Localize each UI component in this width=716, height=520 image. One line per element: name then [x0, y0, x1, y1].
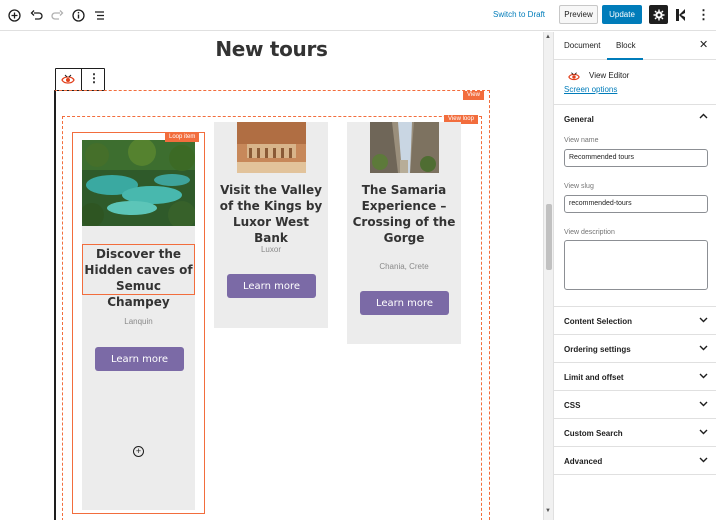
- switch-to-draft-link[interactable]: Switch to Draft: [493, 10, 545, 19]
- scroll-thumb[interactable]: [546, 204, 552, 270]
- panel-title: Custom Search: [564, 429, 623, 438]
- settings-sidebar: Document Block ✕ View Editor Screen opti…: [553, 32, 716, 520]
- view-editor-block-icon: [568, 70, 580, 82]
- undo-icon[interactable]: [28, 7, 44, 23]
- redo-icon[interactable]: [49, 7, 65, 23]
- panel-ordering-settings[interactable]: Ordering settings: [554, 335, 716, 363]
- chevron-down-icon[interactable]: [699, 399, 708, 410]
- panel-general: General View name Recommended tours View…: [554, 105, 716, 307]
- kadence-icon[interactable]: [676, 8, 686, 21]
- tour-image-valley-of-kings[interactable]: [237, 122, 306, 173]
- scroll-down-arrow-icon[interactable]: ▼: [545, 508, 551, 514]
- close-icon[interactable]: ✕: [699, 38, 708, 51]
- loop-item-badge: Loop item: [165, 133, 200, 142]
- info-icon[interactable]: [70, 7, 86, 23]
- panel-custom-search[interactable]: Custom Search: [554, 419, 716, 447]
- panel-css[interactable]: CSS: [554, 391, 716, 419]
- screen-options-link[interactable]: Screen options: [564, 85, 617, 94]
- tab-document[interactable]: Document: [564, 41, 600, 50]
- toolbar-divider: [81, 69, 82, 90]
- chevron-down-icon[interactable]: [699, 427, 708, 438]
- add-block-icon[interactable]: [6, 7, 22, 23]
- preview-button[interactable]: Preview: [559, 5, 598, 24]
- chevron-down-icon[interactable]: [699, 455, 708, 466]
- panel-title: Content Selection: [564, 317, 633, 326]
- panel-title: Advanced: [564, 457, 603, 466]
- view-badge: View: [463, 91, 484, 100]
- scroll-up-arrow-icon[interactable]: ▲: [545, 34, 551, 40]
- panel-advanced[interactable]: Advanced: [554, 447, 716, 475]
- card-location: Luxor: [260, 245, 281, 254]
- panel-general-title[interactable]: General: [564, 115, 594, 124]
- view-slug-label: View slug: [564, 183, 594, 190]
- chevron-down-icon[interactable]: [699, 343, 708, 354]
- canvas-scrollbar[interactable]: ▲ ▼: [543, 32, 553, 520]
- panel-content-selection[interactable]: Content Selection: [554, 307, 716, 335]
- settings-gear-icon[interactable]: [649, 5, 668, 24]
- more-vertical-icon[interactable]: ⋮: [697, 7, 710, 23]
- chevron-down-icon[interactable]: [699, 371, 708, 382]
- view-description-label: View description: [564, 229, 615, 236]
- update-button[interactable]: Update: [602, 5, 642, 24]
- editor-top-toolbar: Switch to Draft Preview Update ⋮: [0, 0, 716, 31]
- panel-title: CSS: [564, 401, 581, 410]
- chevron-down-icon[interactable]: [699, 315, 708, 326]
- view-editor-block-icon[interactable]: [61, 73, 75, 87]
- card-location: Chania, Crete: [379, 262, 429, 271]
- block-card: View Editor Screen options: [554, 60, 716, 105]
- add-block-inserter-icon[interactable]: +: [133, 446, 144, 457]
- tab-block[interactable]: Block: [616, 41, 636, 50]
- panel-title: Ordering settings: [564, 345, 631, 354]
- editor-canvas: New tours ⋮ View View loop Discover the …: [0, 32, 543, 520]
- panel-title: Limit and offset: [564, 373, 624, 382]
- chevron-up-icon[interactable]: [699, 112, 708, 123]
- block-toolbar: ⋮: [55, 68, 105, 91]
- view-description-field[interactable]: [564, 240, 708, 290]
- view-name-field[interactable]: Recommended tours: [564, 149, 708, 167]
- block-options-icon[interactable]: ⋮: [88, 71, 100, 85]
- sidebar-tabs: Document Block ✕: [554, 32, 716, 60]
- panel-limit-and-offset[interactable]: Limit and offset: [554, 363, 716, 391]
- card-title[interactable]: The Samaria Experience – Crossing of the…: [349, 182, 459, 246]
- view-name-label: View name: [564, 137, 599, 144]
- card-title[interactable]: Visit the Valley of the Kings by Luxor W…: [216, 182, 326, 246]
- block-name: View Editor: [589, 71, 630, 80]
- page-title[interactable]: New tours: [0, 37, 543, 61]
- learn-more-button[interactable]: Learn more: [227, 274, 316, 298]
- list-view-icon[interactable]: [91, 7, 107, 23]
- tour-image-samaria-gorge[interactable]: [370, 122, 439, 173]
- learn-more-button[interactable]: Learn more: [360, 291, 449, 315]
- view-slug-field[interactable]: recommended-tours: [564, 195, 708, 213]
